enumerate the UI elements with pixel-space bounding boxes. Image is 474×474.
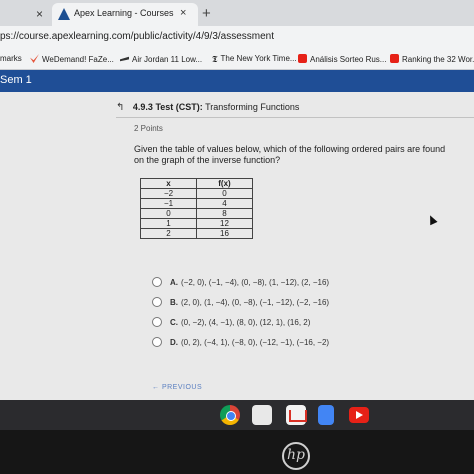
table-row: 1 12 [140, 218, 253, 229]
answer-option-d[interactable]: D. (0, 2), (−4, 1), (−8, 0), (−12, −1), (… [152, 336, 452, 350]
table-row: −2 0 [140, 188, 253, 199]
answer-option-a[interactable]: A. (−2, 0), (−1, −4), (0, −8), (1, −12), … [152, 276, 452, 290]
cell-fx: 8 [196, 208, 253, 219]
question-text: Given the table of values below, which o… [134, 144, 446, 165]
bookmark-item[interactable]: Air Jordan 11 Low... [120, 54, 202, 64]
option-text: (−2, 0), (−1, −4), (0, −8), (1, −12), (2… [181, 278, 330, 287]
tab-title: Apex Learning - Courses [74, 8, 174, 18]
column-header-fx: f(x) [196, 178, 253, 189]
jordan-icon [120, 56, 129, 62]
mouse-cursor-icon [426, 213, 438, 226]
cell-x: −1 [140, 198, 197, 209]
table-row: 2 16 [140, 228, 253, 239]
test-name: Transforming Functions [205, 102, 300, 112]
browser-tab-active[interactable]: Apex Learning - Courses × [52, 3, 198, 26]
radio-button[interactable] [152, 277, 162, 287]
test-title: ↰ 4.9.3 Test (CST): Transforming Functio… [116, 102, 299, 113]
laptop-bezel [0, 430, 474, 474]
radio-button[interactable] [152, 317, 162, 327]
option-text: (2, 0), (1, −4), (0, −8), (−1, −12), (−2… [181, 298, 330, 307]
column-header-x: x [140, 178, 197, 189]
cell-x: −2 [140, 188, 197, 199]
bookmark-item[interactable]: marks [0, 54, 22, 63]
option-letter: A. [170, 278, 178, 287]
option-letter: D. [170, 338, 178, 347]
gmail-icon[interactable] [286, 405, 307, 425]
option-letter: B. [170, 298, 178, 307]
previous-button[interactable]: ← PREVIOUS [152, 384, 202, 391]
close-tab-icon[interactable]: × [180, 7, 186, 19]
option-letter: C. [170, 318, 178, 327]
youtube-icon [390, 54, 399, 63]
cell-fx: 12 [196, 218, 253, 229]
wedemand-icon [30, 54, 39, 63]
divider [116, 117, 474, 118]
course-title: Sem 1 [0, 74, 32, 86]
table-row: −1 4 [140, 198, 253, 209]
course-header: Sem 1 [0, 70, 474, 92]
answer-option-c[interactable]: C. (0, −2), (4, −1), (8, 0), (12, 1), (16… [152, 316, 452, 330]
option-text: (0, 2), (−4, 1), (−8, 0), (−12, −1), (−1… [181, 338, 330, 347]
nyt-icon: 𝕿 [212, 55, 218, 65]
table-header-row: x f(x) [140, 178, 253, 189]
back-arrow-icon[interactable]: ↰ [116, 102, 124, 113]
os-shelf [0, 400, 474, 430]
answer-option-b[interactable]: B. (2, 0), (1, −4), (0, −8), (−1, −12), (… [152, 296, 452, 310]
test-number: 4.9.3 [132, 102, 153, 112]
assessment-content: ↰ 4.9.3 Test (CST): Transforming Functio… [0, 92, 474, 400]
cell-fx: 16 [196, 228, 253, 239]
table-row: 08 [140, 208, 253, 219]
radio-button[interactable] [152, 337, 162, 347]
bookmarks-bar: marks WeDemand! FaZe... Air Jordan 11 Lo… [0, 48, 474, 70]
browser-tab-previous[interactable]: × [0, 4, 50, 26]
option-text: (0, −2), (4, −1), (8, 0), (12, 1), (16, … [181, 318, 311, 327]
cell-x: 2 [140, 228, 197, 239]
tab-strip: × Apex Learning - Courses × + [0, 0, 474, 26]
files-icon[interactable] [252, 405, 272, 425]
points-label: 2 Points [134, 124, 163, 133]
docs-icon[interactable] [318, 405, 334, 425]
cell-x: 1 [140, 218, 197, 229]
new-tab-button[interactable]: + [202, 5, 211, 22]
chrome-icon[interactable] [220, 405, 240, 425]
hp-logo-icon: hp [282, 442, 310, 470]
bookmark-item[interactable]: Ranking the 32 Wor... [390, 54, 474, 64]
screen: × Apex Learning - Courses × + ps://cours… [0, 0, 474, 474]
radio-button[interactable] [152, 297, 162, 307]
bookmark-item[interactable]: 𝕿 The New York Time... [212, 54, 297, 65]
cell-fx: 4 [196, 198, 253, 209]
youtube-icon[interactable] [349, 407, 369, 423]
youtube-icon [298, 54, 307, 63]
bookmark-item[interactable]: WeDemand! FaZe... [30, 54, 114, 64]
bookmark-item[interactable]: Análisis Sorteo Rus... [298, 54, 386, 64]
url-text[interactable]: ps://course.apexlearning.com/public/acti… [0, 31, 274, 42]
address-bar[interactable]: ps://course.apexlearning.com/public/acti… [0, 26, 474, 48]
cell-x: 0 [140, 208, 197, 219]
cell-fx: 0 [196, 188, 253, 199]
close-tab-icon[interactable]: × [36, 7, 43, 21]
apex-favicon-icon [58, 8, 70, 20]
test-label: Test (CST): [155, 102, 203, 112]
values-table: x f(x) −2 0 −1 4 08 1 12 2 16 [140, 178, 253, 239]
